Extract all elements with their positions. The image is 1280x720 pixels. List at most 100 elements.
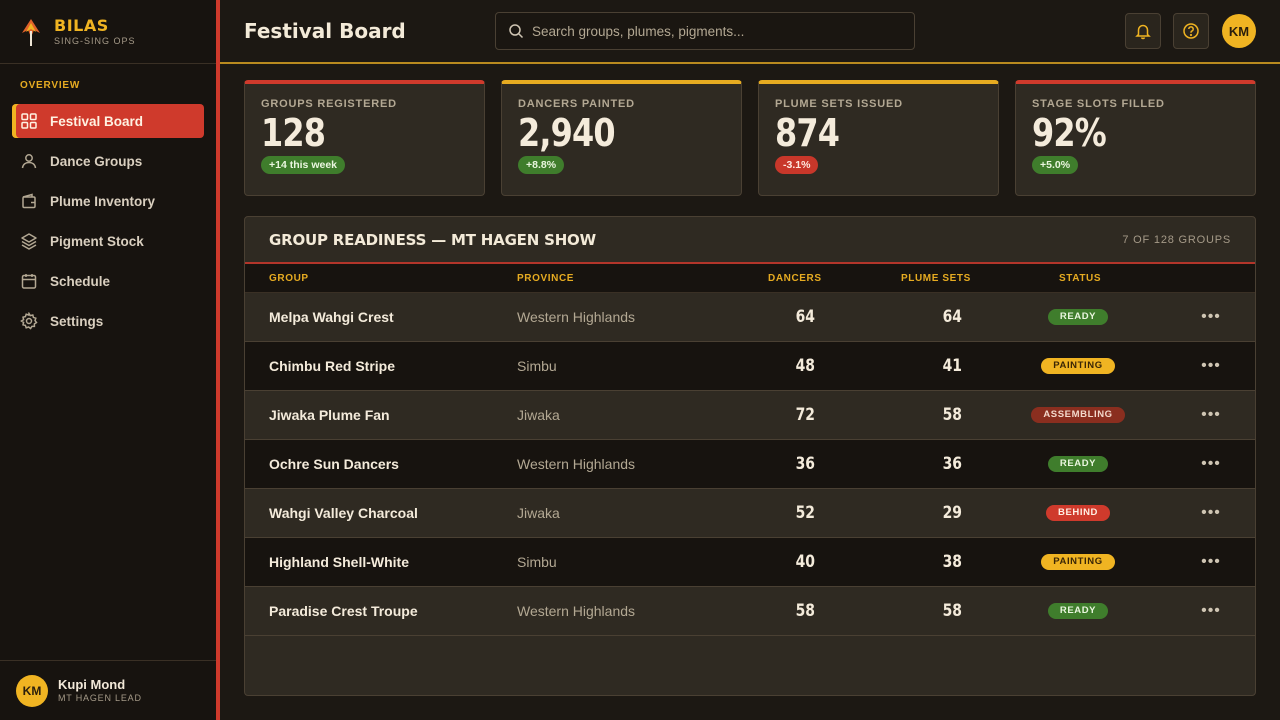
sidebar: BILAS SING-SING OPS OVERVIEW Festival Bo… xyxy=(0,0,216,720)
brand-name: BILAS xyxy=(54,15,109,35)
row-actions-button[interactable]: ••• xyxy=(1201,293,1221,341)
kpi-label: GROUPS REGISTERED xyxy=(261,98,397,110)
dancer-count: 64 xyxy=(795,307,815,327)
status-cell: READY xyxy=(1005,587,1151,635)
group-name: Chimbu Red Stripe xyxy=(269,358,396,374)
column-header-dancers[interactable]: DANCERS xyxy=(768,273,822,284)
kpi-label: PLUME SETS ISSUED xyxy=(775,98,903,110)
search-box[interactable] xyxy=(495,12,915,50)
kpi-label: DANCERS PAINTED xyxy=(518,98,635,110)
brand-tagline: SING-SING OPS xyxy=(54,35,136,46)
sidebar-item-schedule[interactable]: Schedule xyxy=(12,264,204,298)
status-badge: PAINTING xyxy=(1041,554,1115,570)
column-header-province[interactable]: PROVINCE xyxy=(517,273,574,284)
column-header-plume-sets[interactable]: PLUME SETS xyxy=(901,273,971,284)
sidebar-item-label: Festival Board xyxy=(50,113,144,129)
kpi-value: 92% xyxy=(1032,111,1107,155)
status-cell: PAINTING xyxy=(1005,538,1151,586)
status-cell: PAINTING xyxy=(1005,342,1151,390)
province: Western Highlands xyxy=(517,309,636,325)
province: Jiwaka xyxy=(517,505,560,521)
page-title: Festival Board xyxy=(244,19,406,43)
sidebar-item-pigment-stock[interactable]: Pigment Stock xyxy=(12,224,204,258)
search-input[interactable] xyxy=(532,23,892,39)
layers-icon xyxy=(20,232,38,250)
group-name: Wahgi Valley Charcoal xyxy=(269,505,418,521)
more-horizontal-icon: ••• xyxy=(1201,357,1221,374)
kpi-plume-sets-issued: PLUME SETS ISSUED 874 -3.1% xyxy=(758,80,999,196)
panel-header: GROUP READINESS — MT HAGEN SHOW 7 OF 128… xyxy=(245,217,1255,264)
calendar-icon xyxy=(20,272,38,290)
province: Simbu xyxy=(517,554,557,570)
row-actions-button[interactable]: ••• xyxy=(1201,440,1221,488)
table-row[interactable]: Ochre Sun Dancers Western Highlands 36 36 RE… xyxy=(245,440,1255,489)
plume-set-count: 64 xyxy=(942,307,962,327)
row-actions-button[interactable]: ••• xyxy=(1201,342,1221,390)
status-badge: ASSEMBLING xyxy=(1031,407,1125,423)
more-horizontal-icon: ••• xyxy=(1201,455,1221,472)
group-name: Melpa Wahgi Crest xyxy=(269,309,394,325)
table-row[interactable]: Paradise Crest Troupe Western Highlands 58… xyxy=(245,587,1255,636)
status-cell: READY xyxy=(1005,293,1151,341)
column-header-status[interactable]: STATUS xyxy=(1059,273,1101,284)
brand[interactable]: BILAS SING-SING OPS xyxy=(0,0,216,64)
column-header-group[interactable]: GROUP xyxy=(269,273,309,284)
group-count: 7 OF 128 GROUPS xyxy=(1122,233,1231,246)
notifications-button[interactable] xyxy=(1125,13,1161,49)
table-header: GROUP PROVINCE DANCERS PLUME SETS STATUS xyxy=(245,264,1255,293)
user-icon xyxy=(20,152,38,170)
status-badge: READY xyxy=(1047,456,1109,472)
table-row[interactable]: Chimbu Red Stripe Simbu 48 41 PAINTING ••• xyxy=(245,342,1255,391)
plume-set-count: 58 xyxy=(942,405,962,425)
kpi-delta-badge: +5.0% xyxy=(1032,156,1079,174)
row-actions-button[interactable]: ••• xyxy=(1201,587,1221,635)
sidebar-item-label: Pigment Stock xyxy=(50,233,144,249)
row-actions-button[interactable]: ••• xyxy=(1201,538,1221,586)
table-row[interactable]: Highland Shell-White Simbu 40 38 PAINTING ••• xyxy=(245,538,1255,587)
more-horizontal-icon: ••• xyxy=(1201,504,1221,521)
sidebar-item-festival-board[interactable]: Festival Board xyxy=(12,104,204,138)
user-profile[interactable]: KM Kupi Mond MT HAGEN LEAD xyxy=(0,660,216,720)
kpi-delta-badge: -3.1% xyxy=(775,156,819,174)
kpi-value: 128 xyxy=(261,111,326,155)
sidebar-item-label: Plume Inventory xyxy=(50,193,156,209)
more-horizontal-icon: ••• xyxy=(1201,553,1221,570)
kpi-delta-badge: +8.8% xyxy=(518,156,565,174)
province: Western Highlands xyxy=(517,603,636,619)
avatar: KM xyxy=(16,674,48,707)
province: Jiwaka xyxy=(517,407,560,423)
search-icon xyxy=(509,24,524,39)
table-row[interactable]: Melpa Wahgi Crest Western Highlands 64 64 RE… xyxy=(245,293,1255,342)
sidebar-item-plume-inventory[interactable]: Plume Inventory xyxy=(12,184,204,218)
plume-set-count: 38 xyxy=(942,552,962,572)
group-name: Paradise Crest Troupe xyxy=(269,603,418,619)
grid-icon xyxy=(20,112,38,130)
user-name: Kupi Mond xyxy=(58,677,126,692)
dancer-count: 52 xyxy=(795,503,815,523)
group-name: Highland Shell-White xyxy=(269,554,409,570)
help-icon xyxy=(1183,23,1199,39)
kpi-dancers-painted: DANCERS PAINTED 2,940 +8.8% xyxy=(501,80,742,196)
province: Simbu xyxy=(517,358,557,374)
dancer-count: 58 xyxy=(795,601,815,621)
row-actions-button[interactable]: ••• xyxy=(1201,391,1221,439)
row-actions-button[interactable]: ••• xyxy=(1201,489,1221,537)
bell-icon xyxy=(1135,24,1151,40)
status-badge: PAINTING xyxy=(1041,358,1115,374)
table-row[interactable]: Wahgi Valley Charcoal Jiwaka 52 29 BEHIND ••• xyxy=(245,489,1255,538)
help-button[interactable] xyxy=(1173,13,1209,49)
status-cell: BEHIND xyxy=(1005,489,1151,537)
more-horizontal-icon: ••• xyxy=(1201,308,1221,325)
panel-title: GROUP READINESS — MT HAGEN SHOW xyxy=(269,230,596,249)
user-role: MT HAGEN LEAD xyxy=(58,693,142,703)
more-horizontal-icon: ••• xyxy=(1201,406,1221,423)
sidebar-item-settings[interactable]: Settings xyxy=(12,304,204,338)
dancer-count: 36 xyxy=(795,454,815,474)
table-row[interactable]: Jiwaka Plume Fan Jiwaka 72 58 ASSEMBLING ••• xyxy=(245,391,1255,440)
sidebar-item-dance-groups[interactable]: Dance Groups xyxy=(12,144,204,178)
header-avatar[interactable]: KM xyxy=(1222,14,1256,48)
plume-set-count: 41 xyxy=(942,356,962,376)
kpi-value: 874 xyxy=(775,111,840,155)
plume-set-count: 36 xyxy=(942,454,962,474)
province: Western Highlands xyxy=(517,456,636,472)
